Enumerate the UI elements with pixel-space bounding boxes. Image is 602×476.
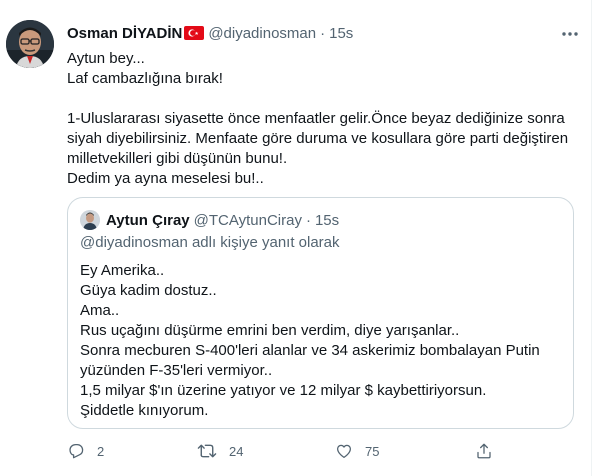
header-separator: · [320,24,326,42]
quoted-tweet-header: Aytun Çıray @TCAytunCiray · 15s [106,210,339,230]
tweet-text: Aytun bey... Laf cambazlığına bırak! 1-U… [67,49,582,189]
like-count: 75 [365,443,380,459]
share-icon [477,443,491,459]
tweet-text-line: Dedim ya ayna meselesi bu!.. [67,170,264,187]
reply-button[interactable]: 2 [67,441,104,461]
retweet-count: 24 [229,443,244,459]
quoted-author-handle[interactable]: @TCAytunCiray [194,212,302,229]
reply-count: 2 [97,443,105,459]
more-icon [562,32,578,36]
quoted-tweet-text: Ey Amerika.. Güya kadim dostuz.. Ama.. R… [80,261,560,421]
quoted-text-line: Ama.. [80,302,120,319]
tweet-text-line: siyah diyebilirsiniz. Menfaate göre duru… [67,130,569,147]
quoted-text-line: Sonra mecburen S-400'leri alanlar ve 34 … [80,342,540,359]
author-handle[interactable]: @diyadinosman [208,25,316,42]
like-icon [336,444,352,459]
author-name[interactable]: Osman DİYADİN [67,25,182,42]
reply-icon [69,443,84,459]
quoted-text-line: Güya kadim dostuz.. [80,282,217,299]
quoted-text-line: Rus uçağını düşürme emrini ben verdim, d… [80,322,460,339]
quoted-author-name[interactable]: Aytun Çıray [106,212,190,229]
quoted-text-line: yüzünden F-35'leri vermiyor.. [80,362,273,379]
column-divider [591,0,592,476]
like-button[interactable]: 75 [335,441,379,461]
turkey-flag-icon [184,26,205,40]
quoted-text-line: Şiddetle kınıyorum. [80,402,209,419]
quoted-text-line: 1,5 milyar $'ın üzerine yatıyor ve 12 mi… [80,382,487,399]
more-options-button[interactable] [560,24,580,44]
quoted-header-separator: · [305,211,311,229]
tweet-text-line: Laf cambazlığına bırak! [67,70,223,87]
quoted-text-line: Ey Amerika.. [80,262,165,279]
replying-to-label: @diyadinosman adlı kişiye yanıt olarak [80,234,340,251]
retweet-button[interactable]: 24 [197,441,243,461]
quoted-author-avatar[interactable] [80,210,100,230]
tweet-text-line [67,89,582,109]
tweet-text-line: 1-Uluslararası siyasette önce menfaatler… [67,110,565,127]
quoted-tweet-timestamp[interactable]: 15s [315,212,339,229]
quoted-tweet[interactable]: Aytun Çıray @TCAytunCiray · 15s @diyadin… [67,197,574,429]
tweet-actions: 2 24 75 [67,441,497,461]
retweet-icon [197,444,217,458]
tweet-timestamp[interactable]: 15s [329,25,353,42]
author-avatar[interactable] [6,20,54,68]
tweet-header: Osman DİYADİN @diyadinosman · 15s [67,24,353,42]
tweet-text-line: milletvekilleri gibi düşünün bunu!. [67,150,288,167]
tweet-text-line: Aytun bey... [67,50,145,67]
share-button[interactable] [475,441,493,461]
